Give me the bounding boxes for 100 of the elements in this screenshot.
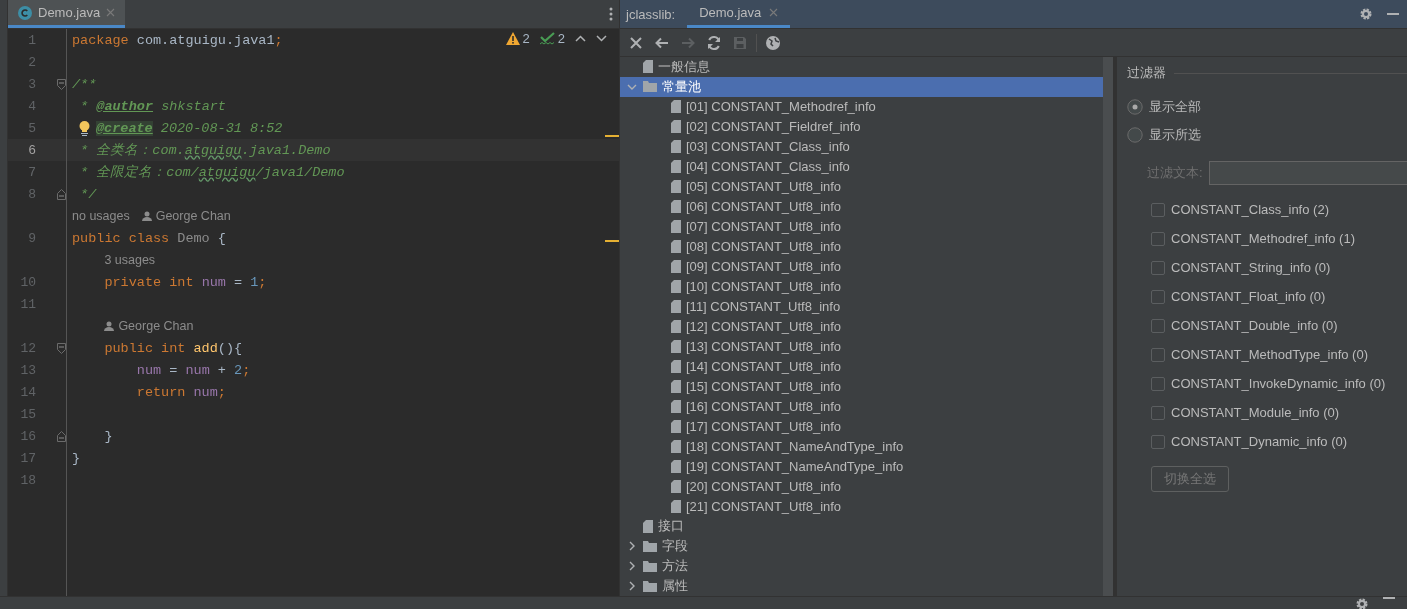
line-number: 13 (19, 362, 36, 378)
folder-icon (643, 580, 657, 592)
line-number: 17 (19, 450, 36, 466)
chevron-right-icon[interactable] (627, 541, 637, 552)
person-icon (141, 211, 152, 221)
chevron-right-icon[interactable] (627, 561, 637, 572)
file-icon (671, 240, 681, 254)
line-number: 4 (27, 98, 36, 114)
file-icon (671, 340, 681, 354)
line-number: 11 (19, 296, 36, 312)
class-file-icon (18, 5, 32, 20)
tree-item[interactable]: [13] CONSTANT_Utf8_info (620, 336, 1103, 357)
radio-button[interactable]: 显示全部 (1127, 93, 1407, 121)
file-icon (671, 120, 681, 134)
chevron-up-icon[interactable] (575, 35, 586, 42)
tree-item[interactable]: 一般信息 (620, 57, 1103, 77)
code-line: } (103, 428, 113, 444)
file-icon (671, 280, 681, 294)
line-number: 2 (27, 54, 36, 70)
file-icon (671, 459, 681, 473)
chevron-down-icon[interactable] (596, 35, 607, 42)
settings-icon[interactable] (1355, 597, 1369, 609)
tree-item[interactable]: [17] CONSTANT_Utf8_info (620, 416, 1103, 437)
tree-item[interactable]: [09] CONSTANT_Utf8_info (620, 256, 1103, 277)
code-line: */ (79, 186, 97, 202)
line-number: 3 (27, 76, 36, 92)
tree-item[interactable]: [11] CONSTANT_Utf8_info (620, 296, 1103, 317)
line-number: 5 (27, 120, 36, 136)
code-line: return num; (135, 384, 226, 400)
tree-item[interactable]: [12] CONSTANT_Utf8_info (620, 316, 1103, 337)
tree-item[interactable]: [16] CONSTANT_Utf8_info (620, 396, 1103, 417)
file-icon (671, 220, 681, 234)
file-icon (671, 439, 681, 453)
lightbulb-icon[interactable] (78, 120, 90, 136)
tree-item[interactable]: [02] CONSTANT_Fieldref_info (620, 116, 1103, 137)
usages-hint[interactable]: 3 usages (104, 253, 156, 267)
checkbox[interactable]: CONSTANT_Methodref_info (1) (1151, 224, 1407, 253)
file-icon (643, 519, 653, 533)
fold-marker-icon[interactable] (57, 188, 66, 200)
tree-item[interactable]: [21] CONSTANT_Utf8_info (620, 496, 1103, 517)
tree-item[interactable]: 字段 (620, 536, 1103, 557)
checkbox[interactable]: CONSTANT_MethodType_info (0) (1151, 340, 1407, 369)
chevron-right-icon[interactable] (627, 581, 637, 592)
folder-icon (643, 560, 657, 572)
more-menu-icon[interactable] (609, 7, 613, 21)
fold-marker-icon[interactable] (57, 78, 66, 90)
line-number: 8 (27, 186, 36, 202)
radio-button[interactable]: 显示所选 (1127, 121, 1407, 149)
tree-item[interactable]: [18] CONSTANT_NameAndType_info (620, 436, 1103, 457)
tree-item[interactable]: [06] CONSTANT_Utf8_info (620, 196, 1103, 217)
checkbox[interactable]: CONSTANT_Double_info (0) (1151, 311, 1407, 340)
filter-title: 过滤器 (1127, 64, 1166, 82)
filter-text-field[interactable] (1208, 161, 1407, 185)
tree-item[interactable]: [19] CONSTANT_NameAndType_info (620, 456, 1103, 477)
checkbox[interactable]: CONSTANT_Dynamic_info (0) (1151, 427, 1407, 456)
tree-item[interactable]: [05] CONSTANT_Utf8_info (620, 176, 1103, 197)
code-line: private int num = 1; (103, 274, 267, 290)
tree-item[interactable]: 方法 (620, 556, 1103, 577)
tree-item[interactable]: [07] CONSTANT_Utf8_info (620, 216, 1103, 237)
checkbox[interactable]: CONSTANT_InvokeDynamic_info (0) (1151, 369, 1407, 398)
checkbox[interactable]: CONSTANT_Module_info (0) (1151, 398, 1407, 427)
code-line: @create 2020-08-31 8:52 (96, 120, 283, 136)
settings-icon[interactable] (1359, 7, 1373, 21)
file-icon (671, 100, 681, 114)
tree-item[interactable]: [14] CONSTANT_Utf8_info (620, 356, 1103, 377)
tree-item[interactable]: [10] CONSTANT_Utf8_info (620, 276, 1103, 297)
tree-item[interactable]: [04] CONSTANT_Class_info (620, 156, 1103, 177)
tree-item[interactable]: [08] CONSTANT_Utf8_info (620, 236, 1103, 257)
checkbox[interactable]: CONSTANT_String_info (0) (1151, 253, 1407, 282)
minimize-icon[interactable] (1387, 12, 1399, 16)
tree-item[interactable]: [15] CONSTANT_Utf8_info (620, 376, 1103, 397)
code-line: /** (72, 76, 97, 92)
file-icon (671, 499, 681, 513)
tree-item[interactable]: [20] CONSTANT_Utf8_info (620, 476, 1103, 497)
code-line: num = num + 2; (135, 362, 251, 378)
fold-marker-icon[interactable] (57, 430, 66, 442)
fold-marker-icon[interactable] (57, 342, 66, 354)
code-line: public class Demo { (72, 230, 226, 246)
line-number: 15 (19, 406, 36, 422)
checkbox[interactable]: CONSTANT_Class_info (2) (1151, 195, 1407, 224)
tool-window-tab[interactable]: Demo.java (687, 0, 791, 28)
tool-window-title: jclasslib: (624, 6, 677, 22)
typo-count[interactable]: 2 (539, 31, 565, 46)
line-number: 9 (27, 230, 36, 246)
editor-tab[interactable]: Demo.java (8, 0, 126, 28)
tree-item[interactable]: 常量池 (620, 76, 1103, 97)
tree-item[interactable]: 接口 (620, 516, 1103, 537)
author-hint[interactable]: George Chan (118, 319, 194, 333)
tree-item[interactable]: 属性 (620, 576, 1103, 597)
minimize-icon[interactable] (1383, 597, 1395, 600)
usages-hint[interactable]: no usages (72, 209, 130, 223)
checkbox[interactable]: CONSTANT_Float_info (0) (1151, 282, 1407, 311)
file-icon (671, 399, 681, 413)
file-icon (671, 160, 681, 174)
file-icon (643, 60, 653, 74)
tree-item[interactable]: [03] CONSTANT_Class_info (620, 136, 1103, 157)
author-hint[interactable]: George Chan (155, 209, 231, 223)
line-number: 14 (19, 384, 36, 400)
tree-item[interactable]: [01] CONSTANT_Methodref_info (620, 96, 1103, 117)
code-line: public int add(){ (103, 340, 243, 356)
